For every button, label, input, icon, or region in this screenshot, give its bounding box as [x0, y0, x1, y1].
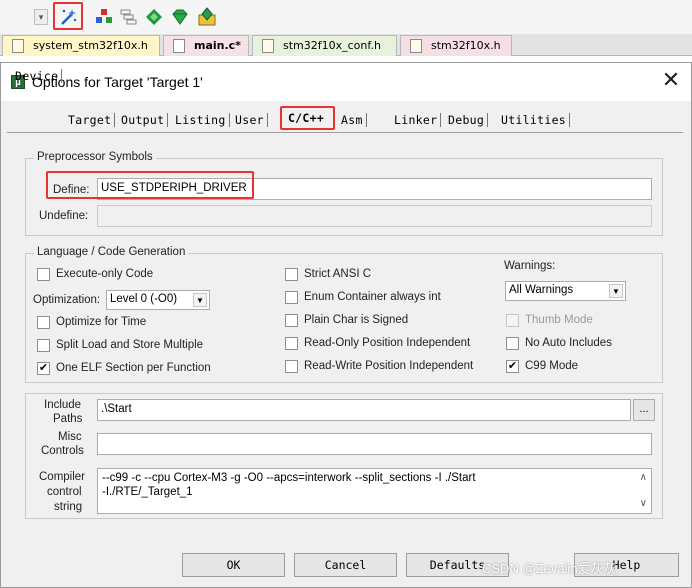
- file-tab-stm32f10x-h[interactable]: stm32f10x.h: [400, 35, 512, 56]
- strict-ansi-label: Strict ANSI C: [304, 268, 372, 280]
- readonly-pi-label: Read-Only Position Independent: [304, 337, 471, 349]
- misc-controls-label-2: Controls: [41, 445, 84, 457]
- compiler-control-string[interactable]: --c99 -c --cpu Cortex-M3 -g -O0 --apcs=i…: [97, 468, 652, 514]
- readonly-pi-checkbox[interactable]: [285, 337, 298, 350]
- build-stack-icon[interactable]: [117, 6, 139, 28]
- optimization-value: Level 0 (-O0): [110, 293, 178, 305]
- optimize-time-checkbox[interactable]: [37, 316, 50, 329]
- dialog-titlebar: μ Options for Target 'Target 1' ✕: [1, 63, 691, 101]
- scroll-down-icon[interactable]: ∨: [640, 497, 647, 511]
- compiler-control-label: Compiler: [39, 471, 86, 483]
- c99-mode-label: C99 Mode: [525, 360, 579, 372]
- pack-installer-icon[interactable]: [143, 6, 165, 28]
- file-tab-label: main.c*: [194, 39, 241, 52]
- magic-wand-icon: [61, 9, 77, 25]
- file-tab-label: stm32f10x.h: [431, 39, 501, 52]
- options-for-target-icon[interactable]: [57, 6, 79, 28]
- components-glyph-icon: [96, 9, 112, 23]
- readwrite-pi-label: Read-Write Position Independent: [304, 360, 474, 372]
- compiler-line-2: -I./RTE/_Target_1: [102, 486, 193, 498]
- include-paths-label: Include: [44, 399, 82, 411]
- undefine-label: Undefine:: [39, 210, 89, 222]
- include-paths-label-2: Paths: [53, 413, 83, 425]
- browse-button[interactable]: ...: [633, 399, 655, 421]
- execute-only-label: Execute-only Code: [56, 268, 154, 280]
- cancel-button[interactable]: Cancel: [294, 553, 397, 577]
- close-icon[interactable]: ✕: [659, 69, 683, 93]
- split-load-checkbox[interactable]: [37, 339, 50, 352]
- tab-device[interactable]: Device: [15, 67, 63, 87]
- select-pack-icon[interactable]: [169, 6, 191, 28]
- compiler-control-label-3: string: [54, 501, 83, 513]
- dropdown-arrow-icon[interactable]: ▾: [34, 9, 48, 25]
- compiler-control-label-2: control: [47, 486, 82, 498]
- scroll-up-icon[interactable]: ∧: [640, 471, 647, 485]
- plain-char-label: Plain Char is Signed: [304, 314, 409, 326]
- warnings-value: All Warnings: [509, 284, 574, 296]
- tab-linker[interactable]: Linker: [394, 111, 442, 131]
- split-load-label: Split Load and Store Multiple: [56, 339, 204, 351]
- enum-container-checkbox[interactable]: [285, 291, 298, 304]
- gem-icon: [172, 9, 188, 25]
- toolbar: ▾: [0, 0, 692, 34]
- enum-container-label: Enum Container always int: [304, 291, 441, 303]
- chevron-down-icon: ▼: [609, 284, 623, 298]
- watermark: CSDN @Zevalin爱灰灰: [482, 561, 617, 576]
- file-tab-bar: system_stm32f10x.h main.c* stm32f10x_con…: [0, 34, 692, 56]
- thumb-mode-label: Thumb Mode: [525, 314, 593, 326]
- c-file-icon: [173, 39, 185, 53]
- execute-only-checkbox[interactable]: [37, 268, 50, 281]
- group-title: Preprocessor Symbols: [34, 151, 156, 163]
- tab-output[interactable]: Output: [121, 111, 169, 131]
- ok-button[interactable]: OK: [182, 553, 285, 577]
- manage-rte-icon[interactable]: [196, 6, 218, 28]
- file-tab-label: system_stm32f10x.h: [33, 39, 148, 52]
- file-tab-main-c[interactable]: main.c*: [163, 35, 249, 56]
- tab-utilities[interactable]: Utilities: [501, 111, 571, 131]
- file-tab-system-stm32f10x-h[interactable]: system_stm32f10x.h: [2, 35, 160, 56]
- file-tab-stm32f10x-conf-h[interactable]: stm32f10x_conf.h: [252, 35, 397, 56]
- no-auto-includes-label: No Auto Includes: [525, 337, 612, 349]
- tab-divider: [7, 132, 683, 133]
- misc-controls-label: Misc: [58, 431, 82, 443]
- group-title: Language / Code Generation: [34, 246, 189, 258]
- c99-mode-checkbox[interactable]: ✔: [506, 360, 519, 373]
- tab-user[interactable]: User: [235, 111, 268, 131]
- tab-asm[interactable]: Asm: [341, 111, 367, 131]
- stack-glyph-icon: [120, 9, 137, 25]
- warnings-label: Warnings:: [504, 260, 556, 272]
- readwrite-pi-checkbox[interactable]: [285, 360, 298, 373]
- one-elf-checkbox[interactable]: ✔: [37, 362, 50, 375]
- no-auto-includes-checkbox[interactable]: [506, 337, 519, 350]
- manage-components-icon[interactable]: [93, 6, 115, 28]
- warnings-select[interactable]: All Warnings ▼: [505, 281, 626, 301]
- optimize-time-label: Optimize for Time: [56, 316, 147, 328]
- optimization-select[interactable]: Level 0 (-O0) ▼: [106, 290, 210, 310]
- tab-listing[interactable]: Listing: [175, 111, 230, 131]
- one-elf-label: One ELF Section per Function: [56, 362, 211, 374]
- undefine-input[interactable]: [97, 205, 652, 227]
- green-diamond-icon: [146, 9, 162, 25]
- define-input[interactable]: USE_STDPERIPH_DRIVER: [97, 178, 652, 200]
- tab-debug[interactable]: Debug: [448, 111, 489, 131]
- define-label: Define:: [53, 184, 90, 196]
- header-file-icon: [262, 39, 274, 53]
- options-dialog: μ Options for Target 'Target 1' ✕ Device…: [0, 62, 692, 588]
- chevron-down-icon: ▼: [193, 293, 207, 307]
- tab-target[interactable]: Target: [68, 111, 116, 131]
- optimization-label: Optimization:: [33, 294, 101, 306]
- compiler-line-1: --c99 -c --cpu Cortex-M3 -g -O0 --apcs=i…: [102, 472, 476, 484]
- include-paths-input[interactable]: .\Start: [97, 399, 631, 421]
- header-file-icon: [410, 39, 422, 53]
- header-file-icon: [12, 39, 24, 53]
- misc-controls-input[interactable]: [97, 433, 652, 455]
- thumb-mode-checkbox[interactable]: [506, 314, 519, 327]
- plain-char-checkbox[interactable]: [285, 314, 298, 327]
- file-tab-label: stm32f10x_conf.h: [283, 39, 381, 52]
- strict-ansi-checkbox[interactable]: [285, 268, 298, 281]
- diamond-box-icon: [198, 7, 216, 26]
- tab-c-cpp[interactable]: C/C++: [278, 107, 334, 133]
